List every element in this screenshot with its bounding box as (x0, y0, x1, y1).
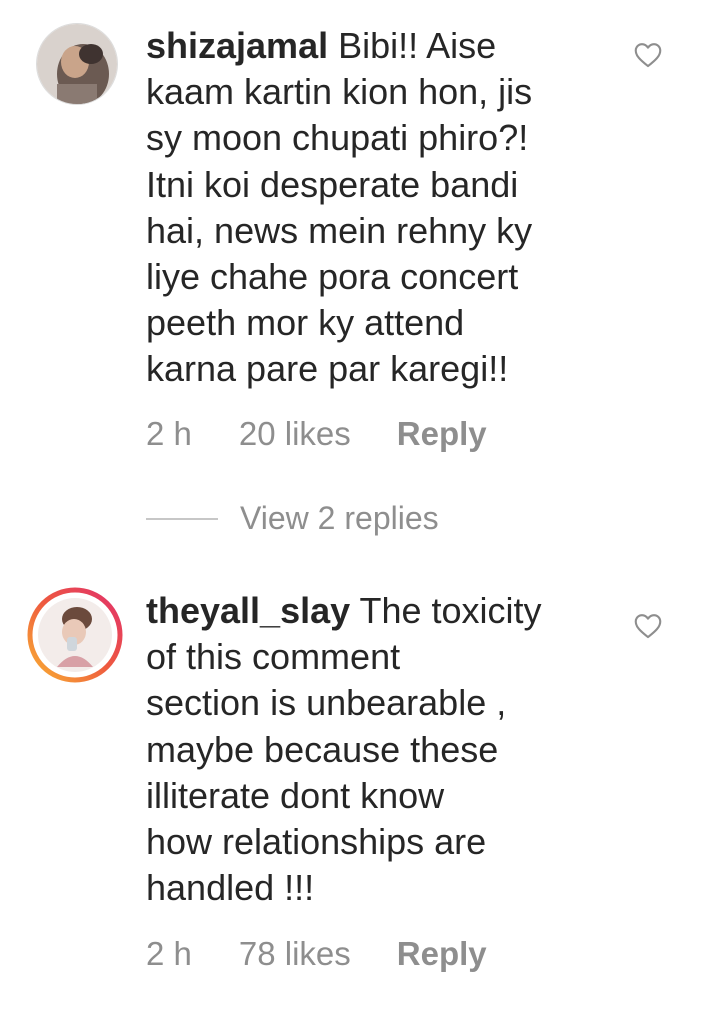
view-replies-button[interactable]: View 2 replies (146, 500, 439, 537)
avatar[interactable] (27, 587, 123, 683)
comment-likes[interactable]: 20 likes (239, 415, 351, 453)
comment-body: The toxicity of this comment section is … (146, 590, 542, 909)
user-avatar-story-ring (27, 587, 123, 683)
avatar[interactable] (36, 23, 118, 105)
heart-outline-icon[interactable] (634, 613, 662, 639)
user-avatar-image (37, 24, 117, 104)
reply-button[interactable]: Reply (397, 415, 487, 453)
comment-username[interactable]: theyall_slay (146, 590, 350, 631)
view-replies-label: View 2 replies (240, 500, 439, 536)
view-replies-line (146, 517, 218, 520)
comment-time: 2 h (146, 935, 192, 972)
comment-body: Bibi!! Aise kaam kartin kion hon, jis sy… (146, 25, 533, 390)
comment-text: theyall_slay The toxicity of this commen… (146, 588, 616, 911)
heart-outline-icon[interactable] (634, 42, 662, 68)
comment-time: 2 h (146, 415, 192, 452)
comment-username[interactable]: shizajamal (146, 25, 328, 66)
comment-meta: 2 h 78 likes Reply (146, 935, 487, 973)
comment-text: shizajamal Bibi!! Aise kaam kartin kion … (146, 23, 616, 393)
reply-button[interactable]: Reply (397, 935, 487, 973)
comment-meta: 2 h 20 likes Reply (146, 415, 487, 453)
comment-likes[interactable]: 78 likes (239, 935, 351, 973)
